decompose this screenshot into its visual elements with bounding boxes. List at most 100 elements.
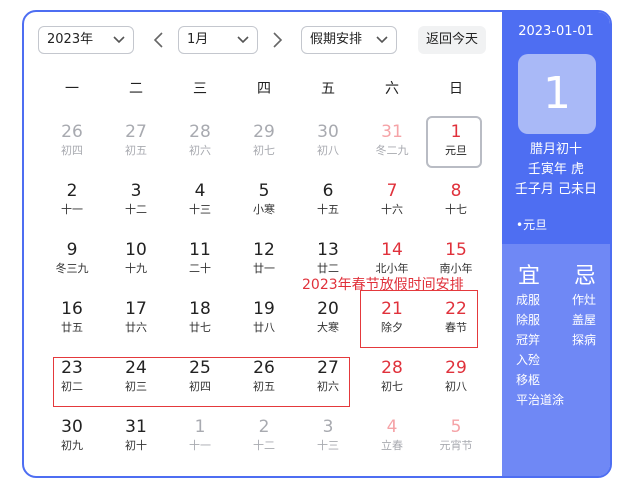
day-cell[interactable]: 3 十二 <box>104 167 168 226</box>
back-to-today-button[interactable]: 返回今天 <box>418 26 487 54</box>
weekday-label: 六 <box>385 81 399 97</box>
day-number: 14 <box>381 240 403 260</box>
day-number: 18 <box>189 299 211 319</box>
lunar-label: 初十 <box>125 439 147 452</box>
lunar-label: 十七 <box>445 203 467 216</box>
ji-item: 作灶 <box>572 293 597 307</box>
day-cell[interactable]: 4 立春 <box>360 403 424 462</box>
day-number: 4 <box>194 181 206 201</box>
day-number: 6 <box>322 181 334 201</box>
lunar-label: 二十 <box>189 262 211 275</box>
day-cell[interactable]: 19 廿八 <box>232 285 296 344</box>
almanac-section: 宜 忌 成服 除服 冠笄 入殓 移柩 平治道涂 作灶 盖屋 探病 <box>502 244 610 476</box>
lunar-label: 元宵节 <box>439 439 473 452</box>
day-cell[interactable]: 1 元旦 <box>424 108 488 168</box>
weekday-label: 日 <box>449 81 463 97</box>
day-cell[interactable]: 3 十三 <box>296 403 360 462</box>
day-number: 13 <box>317 240 339 260</box>
day-number: 9 <box>66 240 78 260</box>
holiday-annotation: 2023年春节放假时间安排 <box>302 277 464 293</box>
day-cell[interactable]: 26 初四 <box>40 108 104 167</box>
calendar-week-row: 30 初九 31 初十 1 十一 2 十二 3 十三 4 立春 5 元宵节 <box>40 403 488 462</box>
day-number: 17 <box>125 299 147 319</box>
lunar-label: 廿一 <box>253 262 275 275</box>
lunar-label: 初七 <box>253 144 275 157</box>
day-cell[interactable]: 7 十六 <box>360 167 424 226</box>
day-number: 30 <box>61 417 83 437</box>
day-number: 3 <box>130 181 142 201</box>
lunar-label: 十三 <box>317 439 339 452</box>
weekday-label: 一 <box>65 81 79 97</box>
weekday-label: 四 <box>257 81 271 97</box>
yi-item: 移柩 <box>516 373 541 387</box>
lunar-label: 廿七 <box>189 321 211 334</box>
ji-item: 探病 <box>572 333 597 347</box>
day-number: 31 <box>125 417 147 437</box>
day-cell[interactable]: 28 初七 <box>360 344 424 403</box>
month-select-value: 1月 <box>187 32 209 47</box>
day-cell[interactable]: 31 初十 <box>104 403 168 462</box>
lunar-label: 初六 <box>189 144 211 157</box>
day-number: 11 <box>189 240 211 260</box>
day-number: 19 <box>253 299 275 319</box>
day-cell[interactable]: 31 冬二九 <box>360 108 424 167</box>
lunar-label: 十一 <box>61 203 83 216</box>
day-cell[interactable]: 2 十二 <box>232 403 296 462</box>
day-cell[interactable]: 5 小寒 <box>232 167 296 226</box>
day-cell[interactable]: 2 十一 <box>40 167 104 226</box>
day-cell[interactable]: 29 初八 <box>424 344 488 403</box>
day-number: 1 <box>450 122 462 142</box>
holiday-select-value: 假期安排 <box>310 32 363 47</box>
lunar-label: 初八 <box>317 144 339 157</box>
day-number: 30 <box>317 122 339 142</box>
holiday-select[interactable]: 假期安排 <box>301 26 397 54</box>
lunar-label: 十九 <box>125 262 147 275</box>
day-cell[interactable]: 1 十一 <box>168 403 232 462</box>
day-number: 15 <box>445 240 467 260</box>
day-cell[interactable]: 10 十九 <box>104 226 168 285</box>
ji-item: 盖屋 <box>572 313 597 327</box>
day-number: 28 <box>381 358 403 378</box>
day-cell[interactable]: 18 廿七 <box>168 285 232 344</box>
month-day-ganzhi: 壬子月 己未日 <box>514 182 598 197</box>
year-select[interactable]: 2023年 <box>38 26 134 54</box>
day-cell[interactable]: 4 十三 <box>168 167 232 226</box>
lunar-label: 十二 <box>253 439 275 452</box>
day-cell[interactable]: 27 初五 <box>104 108 168 167</box>
day-cell[interactable]: 8 十七 <box>424 167 488 226</box>
day-number: 28 <box>189 122 211 142</box>
day-cell[interactable]: 11 二十 <box>168 226 232 285</box>
day-cell[interactable]: 28 初六 <box>168 108 232 167</box>
day-number: 10 <box>125 240 147 260</box>
day-number: 16 <box>61 299 83 319</box>
spring-festival-weekday-highlight <box>53 357 350 407</box>
spring-festival-weekend-highlight <box>360 290 478 348</box>
day-number: 5 <box>258 181 270 201</box>
day-cell[interactable]: 30 初九 <box>40 403 104 462</box>
lunar-label: 廿五 <box>61 321 83 334</box>
day-cell[interactable]: 12 廿一 <box>232 226 296 285</box>
prev-month-arrow-icon[interactable] <box>150 30 168 50</box>
day-number: 12 <box>253 240 275 260</box>
calendar-toolbar: 2023年 1月 假期安排 返回今天 <box>38 26 498 56</box>
day-number: 4 <box>386 417 398 437</box>
festival-label: •元旦 <box>516 218 548 232</box>
day-cell[interactable]: 29 初七 <box>232 108 296 167</box>
yi-item: 平治道涂 <box>516 393 565 407</box>
month-select[interactable]: 1月 <box>178 26 258 54</box>
day-cell[interactable]: 17 廿六 <box>104 285 168 344</box>
lunar-label: 大寒 <box>317 321 339 334</box>
yi-item: 入殓 <box>516 353 541 367</box>
calendar-week-row: 2 十一 3 十二 4 十三 5 小寒 6 十五 7 十六 8 十七 <box>40 167 488 226</box>
day-cell[interactable]: 9 冬三九 <box>40 226 104 285</box>
next-month-arrow-icon[interactable] <box>268 30 286 50</box>
lunar-label: 初八 <box>445 380 467 393</box>
day-cell[interactable]: 16 廿五 <box>40 285 104 344</box>
yi-list: 成服 除服 冠笄 入殓 移柩 平治道涂 <box>516 290 564 410</box>
lunar-label: 十一 <box>189 439 211 452</box>
day-cell[interactable]: 6 十五 <box>296 167 360 226</box>
day-cell[interactable]: 5 元宵节 <box>424 403 488 462</box>
day-cell[interactable]: 30 初八 <box>296 108 360 167</box>
chevron-down-icon <box>113 36 125 44</box>
year-ganzhi: 壬寅年 虎 <box>527 162 585 177</box>
